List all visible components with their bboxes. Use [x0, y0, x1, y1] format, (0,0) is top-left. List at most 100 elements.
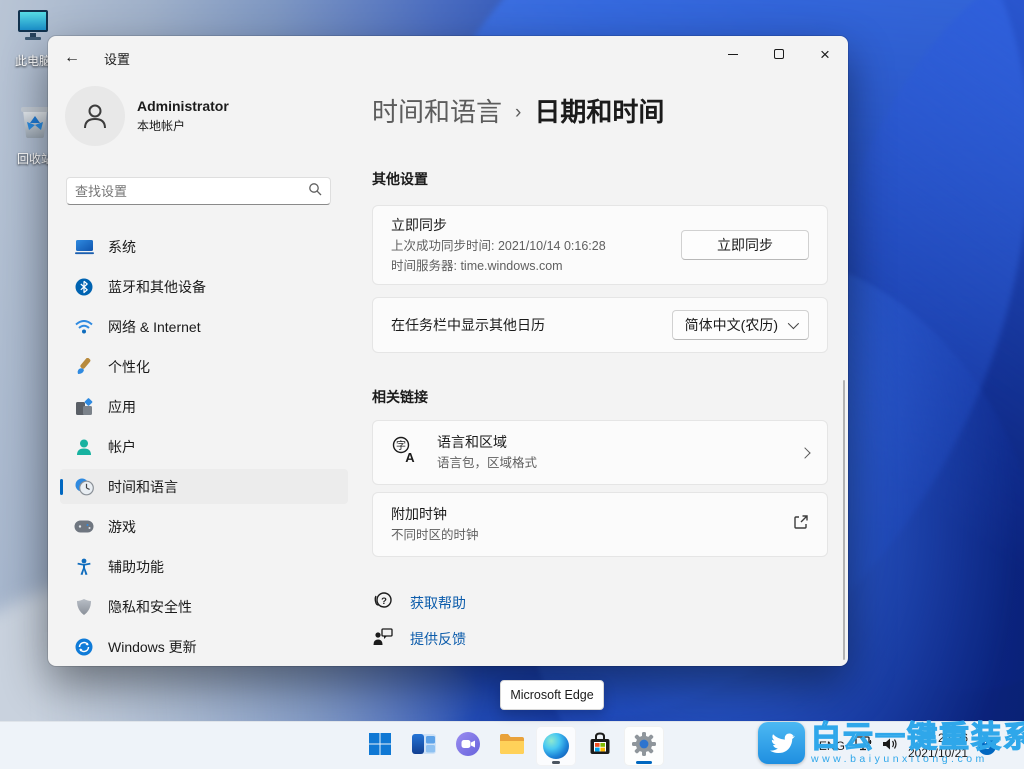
external-link-icon	[793, 514, 809, 535]
sidebar-item-windows-update[interactable]: Windows 更新	[60, 629, 348, 664]
close-icon: ×	[820, 44, 830, 64]
chat-icon	[455, 731, 481, 762]
language-region-card[interactable]: 字 A 语言和区域 语言包，区域格式	[372, 420, 828, 485]
user-name: Administrator	[137, 98, 229, 114]
sidebar-item-label: 时间和语言	[108, 478, 178, 495]
edge-button[interactable]	[536, 726, 576, 766]
wifi-icon	[74, 317, 94, 337]
sidebar-item-label: 系统	[108, 238, 136, 255]
sidebar-item-gaming[interactable]: 游戏	[60, 509, 348, 544]
system-icon	[74, 237, 94, 257]
sidebar-item-personalization[interactable]: 个性化	[60, 349, 348, 384]
sidebar-item-label: 隐私和安全性	[108, 598, 192, 615]
update-icon	[74, 637, 94, 657]
taskbar: Microsoft Edge ENG 22:06 2021/10/21 3	[0, 680, 1024, 769]
chevron-right-icon	[799, 446, 811, 459]
file-explorer-button[interactable]	[492, 726, 532, 766]
language-region-title: 语言和区域	[437, 434, 507, 451]
minimize-button[interactable]	[710, 36, 756, 72]
sidebar-item-label: 个性化	[108, 358, 150, 375]
store-icon	[587, 731, 613, 762]
sidebar-item-label: 帐户	[108, 438, 136, 455]
window-title: 设置	[104, 51, 131, 67]
additional-clocks-title: 附加时钟	[391, 506, 447, 523]
back-button[interactable]: ←	[56, 44, 88, 72]
user-profile[interactable]: Administrator 本地帐户	[65, 86, 229, 146]
last-sync-time: 上次成功同步时间: 2021/10/14 0:16:28	[391, 238, 606, 253]
chevron-down-icon	[787, 317, 800, 330]
accessibility-icon	[74, 557, 94, 577]
volume-icon[interactable]	[882, 737, 898, 756]
breadcrumb-parent[interactable]: 时间和语言	[372, 94, 502, 130]
help-icon: ?	[372, 590, 394, 617]
page-title: 日期和时间	[534, 96, 665, 127]
sidebar-item-bluetooth-devices[interactable]: 蓝牙和其他设备	[60, 269, 348, 304]
additional-clocks-subtitle: 不同时区的时钟	[391, 528, 479, 543]
notification-badge[interactable]: 3	[978, 737, 996, 755]
task-view-button[interactable]	[404, 726, 444, 766]
additional-clocks-card[interactable]: 附加时钟 不同时区的时钟	[372, 492, 828, 557]
sidebar-item-time-language[interactable]: 时间和语言	[60, 469, 348, 504]
apps-icon	[74, 397, 94, 417]
settings-button[interactable]	[624, 726, 664, 766]
network-icon[interactable]	[855, 736, 872, 756]
time-language-icon	[74, 477, 94, 497]
svg-text:?: ?	[381, 596, 387, 607]
store-button[interactable]	[580, 726, 620, 766]
shield-icon	[74, 597, 94, 617]
feedback-icon	[372, 626, 394, 653]
sync-now-button[interactable]: 立即同步	[681, 230, 809, 260]
brush-icon	[74, 357, 94, 377]
sidebar-item-system[interactable]: 系统	[60, 229, 348, 264]
get-help-label[interactable]: 获取帮助	[410, 593, 466, 613]
sidebar-item-accessibility[interactable]: 辅助功能	[60, 549, 348, 584]
edge-running-indicator	[552, 761, 560, 764]
language-region-icon: 字 A	[391, 436, 419, 469]
calendar-dropdown-value: 简体中文(农历)	[684, 317, 778, 333]
sidebar-item-apps[interactable]: 应用	[60, 389, 348, 424]
get-help-link[interactable]: ? 获取帮助	[372, 591, 828, 615]
sidebar-item-label: 网络 & Internet	[108, 318, 201, 335]
file-explorer-icon	[498, 732, 526, 761]
sidebar-item-privacy-security[interactable]: 隐私和安全性	[60, 589, 348, 624]
clock[interactable]: 22:06 2021/10/21	[908, 731, 968, 761]
tray-time: 22:06	[937, 731, 968, 745]
give-feedback-link[interactable]: 提供反馈	[372, 627, 828, 651]
maximize-button[interactable]	[756, 36, 802, 72]
edge-tooltip: Microsoft Edge	[500, 680, 604, 710]
avatar	[65, 86, 125, 146]
maximize-icon	[774, 49, 784, 59]
svg-text:A: A	[405, 450, 415, 464]
sidebar-item-label: Windows 更新	[108, 638, 197, 655]
search-input[interactable]	[75, 183, 308, 199]
input-language-indicator[interactable]: ENG	[819, 739, 845, 753]
windows-logo-icon	[368, 732, 392, 761]
sidebar-nav: 系统 蓝牙和其他设备 网络 & Internet 个性化 应用 帐户 时间和语言…	[60, 229, 348, 664]
gamepad-icon	[74, 517, 94, 537]
give-feedback-label[interactable]: 提供反馈	[410, 629, 466, 649]
calendar-dropdown[interactable]: 简体中文(农历)	[671, 310, 809, 340]
user-account-type: 本地帐户	[137, 119, 186, 133]
sidebar-item-accounts[interactable]: 帐户	[60, 429, 348, 464]
extra-calendar-label: 在任务栏中显示其他日历	[391, 317, 545, 333]
main-content: 时间和语言 › 日期和时间 其他设置 立即同步 上次成功同步时间: 2021/1…	[372, 80, 828, 651]
tray-date: 2021/10/21	[907, 746, 968, 760]
section-related-links: 相关链接	[372, 389, 428, 405]
sidebar-item-label: 辅助功能	[108, 558, 164, 575]
accounts-icon	[74, 437, 94, 457]
section-other-settings: 其他设置	[372, 171, 428, 187]
time-server: 时间服务器: time.windows.com	[391, 259, 563, 273]
start-button[interactable]	[360, 726, 400, 766]
back-arrow-icon: ←	[64, 49, 80, 66]
person-icon	[84, 104, 106, 129]
task-view-icon	[411, 733, 437, 760]
sidebar-item-label: 游戏	[108, 518, 136, 535]
search-box[interactable]	[66, 177, 331, 205]
sidebar-item-network-internet[interactable]: 网络 & Internet	[60, 309, 348, 344]
system-tray: ENG 22:06 2021/10/21 3	[819, 722, 996, 769]
sidebar-item-label: 应用	[108, 398, 136, 415]
settings-gear-icon	[631, 731, 657, 762]
close-button[interactable]: ×	[802, 36, 848, 72]
chat-button[interactable]	[448, 726, 488, 766]
scrollbar[interactable]	[842, 380, 845, 660]
